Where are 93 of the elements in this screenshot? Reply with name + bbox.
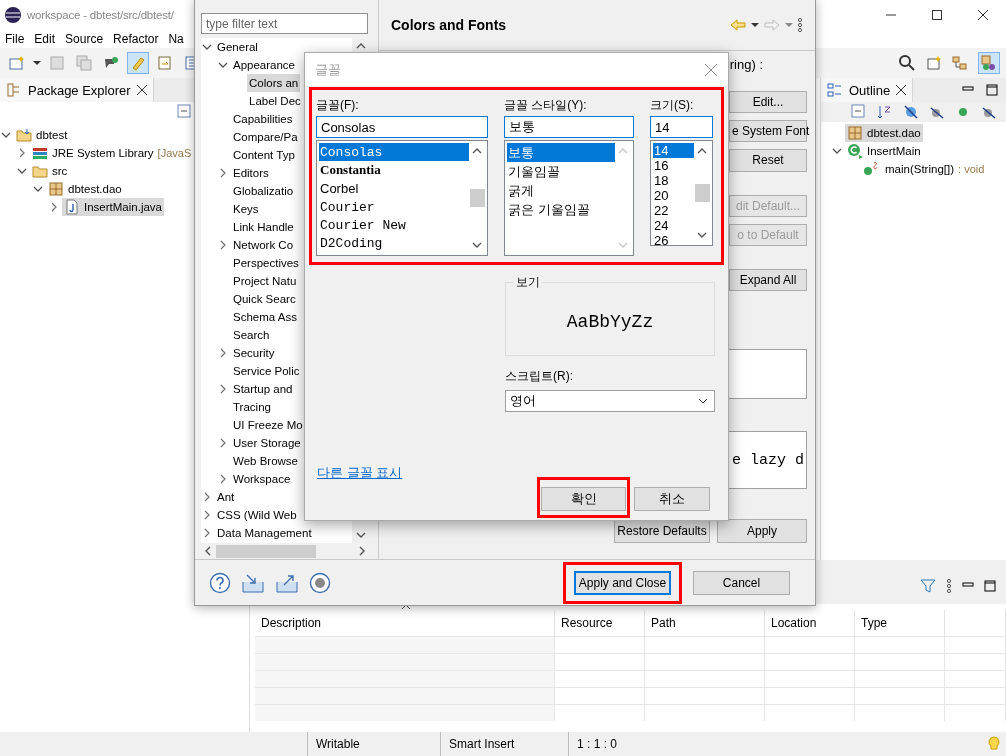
filter-field[interactable]: type filter text [201,13,368,34]
list-item[interactable]: 16 [653,158,694,173]
tree-item[interactable]: Project Natu [231,272,299,290]
list-item[interactable]: 기울임꼴 [507,162,615,181]
menu-item[interactable]: Refactor [113,32,159,46]
list-item[interactable]: 26 [653,233,694,248]
tree-item[interactable]: Data Management [215,524,314,542]
menu-item[interactable]: File [5,32,25,46]
tree-item[interactable]: Capabilities [231,110,295,128]
page-description: ring) : [729,57,763,72]
group-label: 보기 [514,274,542,291]
tree-item[interactable]: UI Freeze Mo [231,416,305,434]
field-label: 스크립트(R): [505,368,574,385]
font-size-field[interactable]: 14 [650,116,713,138]
status-field: 1 : 1 : 0 [568,732,663,756]
sample-text: AaBbYyZz [566,312,654,332]
action-button[interactable]: Expand All [729,268,807,292]
font-style-field[interactable]: 보통 [504,116,634,138]
dialog-button[interactable]: 취소 [634,487,710,511]
tree-item[interactable]: InsertMain [845,142,923,160]
tree-item[interactable]: Workspace [231,470,293,488]
menu-item[interactable]: Edit [34,32,56,46]
view-tab[interactable]: Package Explorer [0,78,154,102]
script-select[interactable]: 영어 [505,390,715,412]
list-item[interactable]: Consolas [319,143,469,162]
list-item[interactable]: Courier New [319,216,469,235]
tree-item[interactable]: Schema Ass [231,308,299,326]
dialog-button[interactable]: Apply and Close [574,570,671,595]
tree-item[interactable]: Quick Searc [231,290,298,308]
tree-item[interactable]: dbtest.dao [46,180,124,198]
list-item[interactable]: 22 [653,203,694,218]
tree-item[interactable]: User Storage [231,434,303,452]
tree-item[interactable]: Colors an [247,74,301,92]
list-item[interactable]: Courier [319,198,469,217]
menu-item[interactable]: Source [65,32,104,46]
library-note: [JavaS [157,147,192,159]
field-label: 글꼴 스타일(Y): [504,97,588,114]
tree-item[interactable]: JRE System Library [30,144,156,162]
tree-item[interactable]: dbtest [14,126,70,144]
list-item[interactable]: D2Coding [319,234,469,253]
list-item[interactable]: 보통 [507,143,615,162]
tree-item[interactable]: Service Polic [231,362,302,380]
action-button[interactable]: Apply [717,519,807,543]
tree-item[interactable]: Perspectives [231,254,301,272]
tree-item[interactable]: Keys [231,200,261,218]
preview-text: e lazy d [732,451,805,469]
status-field: Writable [307,732,440,756]
tree-item[interactable]: Security [231,344,277,362]
list-item[interactable]: 20 [653,188,694,203]
tree-item[interactable]: Appearance [231,56,298,74]
list-item[interactable]: 14 [653,143,694,158]
tree-item[interactable]: Network Co [231,236,296,254]
action-button[interactable]: Edit... [729,91,807,114]
return-type: : void [958,163,985,175]
tab-label: Outline [849,82,891,98]
more-fonts-link[interactable]: 다른 글꼴 표시 [317,464,403,482]
tree-item[interactable]: Ant [215,488,237,506]
tree-item[interactable]: Compare/Pa [231,128,300,146]
tree-item[interactable]: dbtest.dao [845,124,923,142]
list-item[interactable]: 굵게 [507,181,615,200]
tree-item[interactable]: Label Dec [247,92,303,110]
tree-item[interactable]: Startup and [231,380,295,398]
action-button[interactable]: Reset [729,149,807,172]
tree-item[interactable]: src [30,162,70,180]
tree-item[interactable]: InsertMain.java [62,198,164,216]
field-label: 크기(S): [650,97,695,114]
page-title: Colors and Fonts [391,17,507,33]
list-item[interactable]: Corbel [319,179,469,198]
dialog-button[interactable]: 확인 [541,487,626,511]
font-name-field[interactable]: Consolas [316,116,488,138]
tree-item[interactable]: Content Typ [231,146,297,164]
tree-item[interactable]: Globalizatio [231,182,296,200]
tree-item[interactable]: Web Browse [231,452,300,470]
list-item[interactable]: Constantia [319,161,469,180]
list-item[interactable]: 굵은 기울임꼴 [507,200,615,219]
window-title: workspace - dbtest/src/dbtest/ [27,9,174,21]
action-button[interactable]: Restore Defaults [614,519,710,543]
menu-item[interactable]: Na [168,32,184,46]
list-item[interactable]: 18 [653,173,694,188]
tree-item[interactable]: General [215,38,260,56]
tree-item[interactable]: main(String[]) [861,160,957,178]
tree-item[interactable]: Tracing [231,398,273,416]
view-tab[interactable]: Outline [821,78,914,102]
tab-label: Package Explorer [28,82,131,98]
status-field: Smart Insert [440,732,568,756]
list-item[interactable]: 24 [653,218,694,233]
tree-item[interactable]: Link Handle [231,218,296,236]
dialog-button[interactable]: Cancel [693,570,790,595]
tree-item[interactable]: CSS (Wild Web [215,506,299,524]
tree-item[interactable]: Editors [231,164,271,182]
tree-item[interactable]: Search [231,326,272,344]
field-label: 글꼴(F): [316,97,360,114]
dialog-title: 글꼴 [315,60,341,79]
